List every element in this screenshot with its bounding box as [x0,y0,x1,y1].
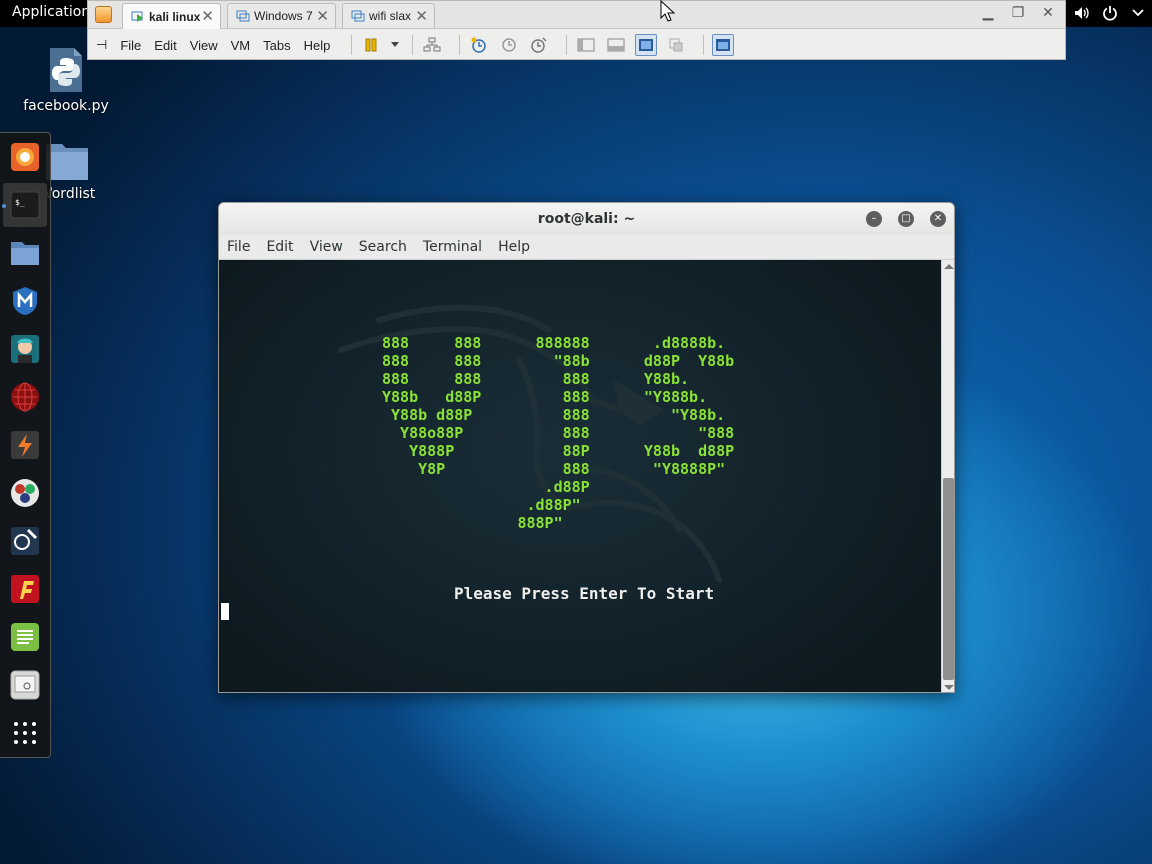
power-icon[interactable] [1102,3,1118,23]
scroll-up-icon[interactable] [944,264,954,269]
start-prompt: Please Press Enter To Start [454,584,715,603]
show-apps-icon[interactable] [9,717,41,749]
svg-text:$_: $_ [15,198,25,207]
maximize-icon[interactable]: □ [898,211,914,227]
beef-icon[interactable] [9,477,41,509]
thumbnail-bar-icon[interactable] [605,34,627,56]
menu-file[interactable]: File [120,38,141,53]
tab-kali-linux[interactable]: kali linux ✕ [122,3,221,29]
close-icon[interactable]: ✕ [415,7,428,25]
snapshot-icon[interactable] [468,34,490,56]
notes-icon[interactable] [9,669,41,701]
terminal-output[interactable]: 888 888 888888 .d8888b. 888 888 "88b d88… [219,260,941,692]
chevron-down-icon[interactable] [1130,3,1146,23]
toolbar-separator [703,35,705,55]
menu-vm[interactable]: VM [231,38,251,53]
system-tray [1074,3,1146,23]
minimize-icon[interactable]: – [866,211,882,227]
pause-icon[interactable] [360,34,382,56]
toolbar-separator [566,35,568,55]
running-indicator [2,204,6,208]
snapshot-manager-icon[interactable] [528,34,550,56]
toolbar-separator [351,35,353,55]
vmware-window: kali linux ✕ Windows 7 ✕ wifi slax ✕ ▁ ❐… [87,0,1066,60]
menu-terminal[interactable]: Terminal [423,239,482,255]
leafpad-icon[interactable] [9,621,41,653]
fullscreen-icon[interactable] [635,34,658,56]
menu-view[interactable]: View [310,239,343,255]
volume-icon[interactable] [1074,3,1090,23]
files-icon[interactable] [9,237,41,269]
tab-windows-7[interactable]: Windows 7 ✕ [227,3,336,28]
applications-menu[interactable]: Applications [12,4,98,20]
chevron-down-icon[interactable] [390,34,400,56]
metasploit-icon[interactable] [9,285,41,317]
menu-edit[interactable]: Edit [154,38,176,53]
toolbar-separator [459,35,461,55]
close-icon[interactable]: ✕ [1039,5,1057,21]
ascii-banner: 888 888 888888 .d8888b. 888 888 "88b d88… [382,334,735,532]
tab-wifi-slax[interactable]: wifi slax ✕ [342,3,435,28]
desktop-icon-facebook-py[interactable]: facebook.py [16,46,116,114]
vmware-home-icon[interactable] [95,6,112,23]
unity-icon[interactable] [665,34,687,56]
menu-file[interactable]: File [227,239,250,255]
toolbar-separator [412,35,414,55]
firefox-icon[interactable] [9,141,41,173]
vmware-window-controls: ▁ ❐ ✕ [979,5,1057,21]
vm-icon [351,10,365,22]
restore-icon[interactable]: ❐ [1009,5,1027,21]
vm-toolbar: ⊣ File Edit View VM Tabs Help [88,30,1065,60]
terminal-menubar: File Edit View Search Terminal Help [219,235,954,260]
scroll-down-icon[interactable] [944,685,954,690]
armitage-icon[interactable] [9,333,41,365]
tab-label: Windows 7 [254,9,313,23]
menu-edit[interactable]: Edit [266,239,293,255]
console-view-icon[interactable] [712,34,735,56]
revert-snapshot-icon[interactable] [498,34,520,56]
vm-icon [236,10,250,22]
cutycapt-icon[interactable] [9,573,41,605]
close-icon[interactable]: ✕ [930,211,946,227]
tab-label: kali linux [149,9,201,24]
menu-view[interactable]: View [190,38,218,53]
python-file-icon [46,46,86,94]
vm-running-icon [131,11,143,22]
dock: $_ [0,132,51,758]
close-icon[interactable]: ✕ [201,7,214,25]
menu-search[interactable]: Search [359,239,407,255]
menu-tabs[interactable]: Tabs [263,38,290,53]
close-icon[interactable]: ✕ [316,7,329,25]
desktop-icon-label: facebook.py [23,98,109,114]
vm-tab-bar: kali linux ✕ Windows 7 ✕ wifi slax ✕ ▁ ❐… [88,1,1065,29]
menu-help[interactable]: Help [498,239,530,255]
text-cursor [221,603,229,620]
burpsuite-icon[interactable] [9,429,41,461]
terminal-title: root@kali: ~ [219,203,954,235]
faraday-icon[interactable] [9,525,41,557]
terminal-window: root@kali: ~ – □ ✕ File Edit View Search… [218,202,955,693]
tab-label: wifi slax [369,9,412,23]
maltego-icon[interactable] [9,381,41,413]
scrollbar-thumb[interactable] [943,478,954,680]
network-icon[interactable] [421,34,443,56]
mouse-pointer-icon [660,0,676,22]
terminal-icon[interactable]: $_ [3,183,47,227]
minimize-icon[interactable]: ▁ [979,5,997,21]
sidebar-toggle-icon[interactable] [575,34,597,56]
terminal-scrollbar[interactable] [941,260,954,692]
menu-help[interactable]: Help [304,38,331,53]
